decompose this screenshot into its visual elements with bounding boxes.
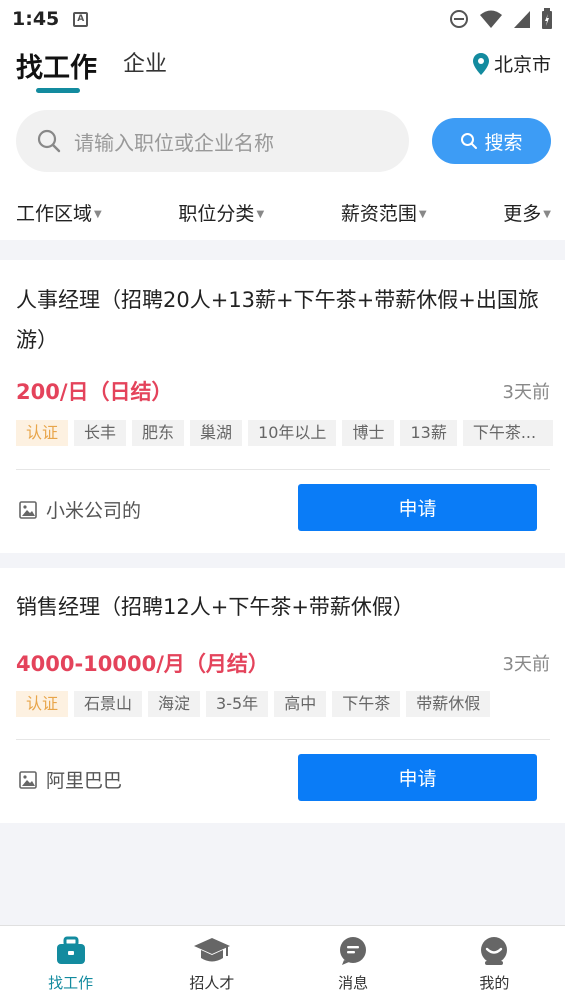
tag: 肥东 [132, 420, 185, 446]
job-title: 销售经理（招聘12人+下午茶+带薪休假） [16, 595, 414, 619]
message-icon [340, 937, 367, 965]
wifi-icon [480, 10, 502, 28]
job-posted-time: 3天前 [502, 382, 550, 403]
filter-more[interactable]: 更多 ▼ [503, 199, 551, 226]
divider [16, 469, 550, 470]
profile-icon [481, 937, 508, 965]
apply-button[interactable]: 申请 [298, 754, 537, 801]
job-posted-time: 3天前 [502, 654, 550, 675]
search-button[interactable]: 搜索 [432, 118, 551, 164]
filter-job-category[interactable]: 职位分类 ▼ [178, 199, 264, 226]
nav-find-job[interactable]: 找工作 [0, 926, 141, 1004]
status-icons [449, 8, 553, 30]
graduation-cap-icon [193, 938, 230, 962]
briefcase-icon [56, 936, 85, 964]
filter-salary-range[interactable]: 薪资范围 ▼ [341, 199, 427, 226]
image-placeholder-icon [19, 500, 37, 519]
bottom-navigation: 找工作 招人才 消息 我的 [0, 925, 565, 1004]
company-name: 小米公司的 [46, 500, 142, 522]
job-card[interactable]: 销售经理（招聘12人+下午茶+带薪休假） 4000-10000/月（月结） 3天… [0, 568, 565, 823]
caret-down-icon: ▼ [418, 208, 427, 220]
job-salary: 200/日（日结） [16, 380, 173, 404]
battery-icon [542, 8, 552, 29]
filter-bar: 工作区域 ▼ 职位分类 ▼ 薪资范围 ▼ 更多 ▼ [0, 194, 565, 230]
tag-certified: 认证 [16, 420, 69, 446]
nav-profile[interactable]: 我的 [424, 926, 565, 1004]
company-info: 小米公司的 [18, 496, 141, 523]
status-bar: 1:45 A [0, 0, 565, 38]
tag: 博士 [342, 420, 395, 446]
job-tags: 认证 石景山 海淀 3-5年 高中 下午茶 带薪休假 [16, 691, 491, 717]
search-input[interactable]: 请输入职位或企业名称 [16, 110, 409, 172]
divider [16, 739, 550, 740]
job-title: 人事经理（招聘20人+13薪+下午茶+带薪休假+出国旅游） [16, 288, 539, 352]
company-name: 阿里巴巴 [46, 770, 123, 792]
signal-icon [514, 11, 530, 28]
search-placeholder: 请输入职位或企业名称 [74, 130, 274, 155]
tab-company[interactable]: 企业 [123, 46, 167, 78]
search-icon [37, 129, 61, 153]
filter-work-area[interactable]: 工作区域 ▼ [16, 199, 102, 226]
top-header: 找工作 企业 北京市 请输入职位或企业名称 搜索 工作区域 ▼ 职位分类 ▼ 薪资范… [0, 38, 565, 240]
tab-find-job[interactable]: 找工作 [16, 46, 97, 85]
nav-label: 找工作 [48, 974, 94, 992]
job-tags: 认证 长丰 肥东 巢湖 10年以上 博士 13薪 下午茶... [16, 420, 553, 446]
location-pin-icon [472, 52, 489, 75]
company-info: 阿里巴巴 [18, 766, 122, 793]
do-not-disturb-icon [450, 10, 468, 28]
tag: 10年以上 [248, 420, 337, 446]
job-card[interactable]: 人事经理（招聘20人+13薪+下午茶+带薪休假+出国旅游） 200/日（日结） … [0, 260, 565, 553]
caret-down-icon: ▼ [94, 208, 102, 220]
notification-a-icon: A [73, 11, 89, 27]
tag: 巢湖 [190, 420, 243, 446]
search-icon [461, 133, 478, 149]
nav-label: 消息 [338, 974, 369, 992]
caret-down-icon: ▼ [256, 208, 265, 220]
nav-label: 招人才 [189, 974, 235, 992]
city-label: 北京市 [493, 54, 551, 76]
caret-down-icon: ▼ [543, 208, 551, 220]
tag: 3-5年 [206, 691, 269, 717]
tag: 高中 [274, 691, 327, 717]
tag: 长丰 [74, 420, 127, 446]
tag: 带薪休假 [406, 691, 491, 717]
job-salary: 4000-10000/月（月结） [16, 652, 269, 676]
tag: 13薪 [400, 420, 457, 446]
tag-certified: 认证 [16, 691, 69, 717]
filter-label: 工作区域 [16, 202, 93, 225]
tag: 海淀 [148, 691, 201, 717]
filter-label: 更多 [503, 202, 542, 225]
nav-label: 我的 [479, 974, 510, 992]
status-time: 1:45 [12, 8, 60, 30]
nav-messages[interactable]: 消息 [283, 926, 424, 1004]
city-selector[interactable]: 北京市 [472, 50, 551, 77]
tag: 下午茶 [332, 691, 401, 717]
active-tab-indicator [36, 88, 80, 93]
search-button-label: 搜索 [484, 131, 523, 154]
nav-recruit[interactable]: 招人才 [141, 926, 282, 1004]
image-placeholder-icon [19, 770, 37, 789]
filter-label: 薪资范围 [340, 202, 417, 225]
apply-button[interactable]: 申请 [298, 484, 537, 531]
tag: 石景山 [74, 691, 143, 717]
filter-label: 职位分类 [178, 202, 255, 225]
tag: 下午茶... [462, 420, 553, 446]
